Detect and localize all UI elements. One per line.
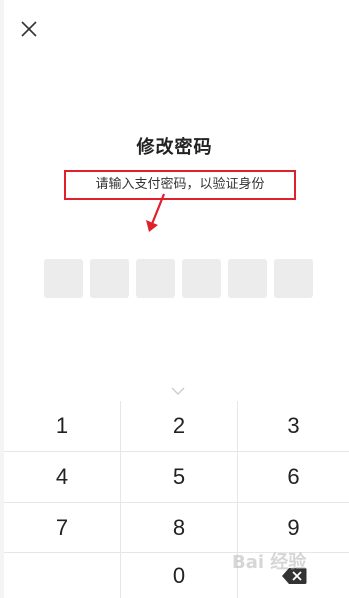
pin-digit-box[interactable] (136, 259, 175, 298)
password-change-screen: 修改密码 请输入支付密码，以验证身份 1 2 3 4 5 6 7 8 9 0 B… (0, 0, 349, 598)
collapse-keypad-button[interactable] (170, 381, 186, 395)
chevron-down-icon (171, 387, 185, 395)
pin-digit-box[interactable] (228, 259, 267, 298)
annotation-arrow-icon (146, 193, 166, 232)
key-9[interactable]: 9 (238, 503, 349, 552)
pin-digit-box[interactable] (182, 259, 221, 298)
key-6[interactable]: 6 (238, 452, 349, 502)
pin-digit-box[interactable] (90, 259, 129, 298)
pin-input[interactable] (44, 259, 313, 298)
key-0[interactable]: 0 (121, 553, 237, 598)
pin-digit-box[interactable] (274, 259, 313, 298)
key-1[interactable]: 1 (4, 401, 120, 451)
close-button[interactable] (18, 18, 40, 40)
page-title: 修改密码 (136, 137, 213, 158)
key-7[interactable]: 7 (4, 503, 120, 552)
key-8[interactable]: 8 (121, 503, 237, 552)
key-5[interactable]: 5 (121, 452, 237, 502)
close-icon (21, 21, 37, 37)
key-blank (4, 553, 120, 598)
key-3[interactable]: 3 (238, 401, 349, 451)
key-2[interactable]: 2 (121, 401, 237, 451)
instruction-text: 请输入支付密码，以验证身份 (95, 177, 265, 192)
key-4[interactable]: 4 (4, 452, 120, 502)
watermark-logo: Bai 经验 (232, 552, 307, 573)
pin-digit-box[interactable] (44, 259, 83, 298)
